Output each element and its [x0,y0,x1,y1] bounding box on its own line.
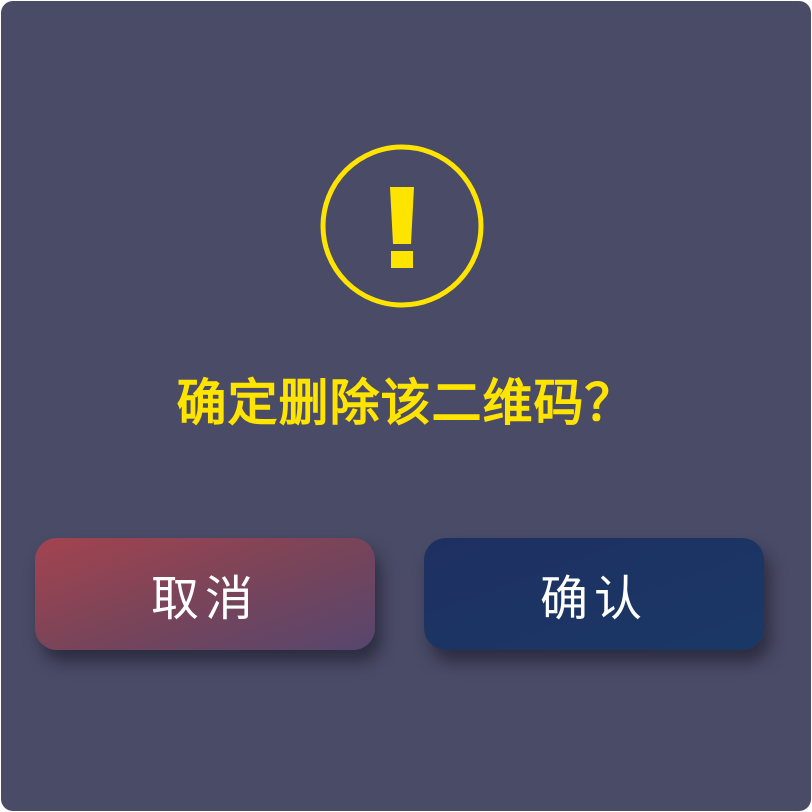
dialog-title: 确定删除该二维码？ [176,374,636,432]
exclamation-bar [390,187,414,244]
confirm-button[interactable]: 确认 [424,538,764,650]
cancel-button[interactable]: 取消 [35,538,375,650]
exclamation-circle-icon [320,144,484,308]
delete-confirm-dialog: 确定删除该二维码？ 取消 确认 [1,1,811,811]
exclamation-dot [391,251,413,268]
confirm-button-label: 确认 [539,571,648,627]
cancel-button-label: 取消 [150,571,259,627]
